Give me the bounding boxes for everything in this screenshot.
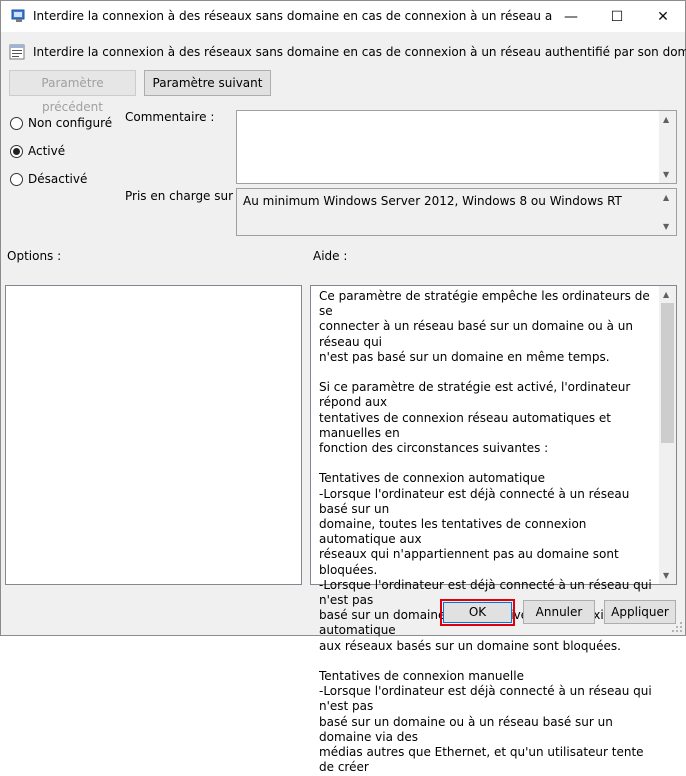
radio-circle[interactable] bbox=[10, 116, 23, 130]
help-scroll-thumb[interactable] bbox=[661, 303, 674, 443]
scroll-up-icon[interactable]: ▲ bbox=[663, 290, 669, 299]
scroll-down-icon[interactable]: ▼ bbox=[663, 170, 669, 179]
ok-button[interactable]: OK bbox=[443, 602, 512, 623]
resize-grip-icon[interactable] bbox=[671, 621, 683, 633]
scroll-down-icon[interactable]: ▼ bbox=[663, 571, 669, 580]
next-setting-button[interactable]: Paramètre suivant bbox=[144, 70, 271, 96]
previous-setting-button[interactable]: Paramètre précédent bbox=[9, 70, 136, 114]
comment-scrollbar[interactable]: ▲ ▼ bbox=[659, 111, 676, 183]
help-panel[interactable]: Ce paramètre de stratégie empêche les or… bbox=[310, 285, 677, 774]
radio-circle[interactable] bbox=[10, 144, 23, 158]
radio-label: Désactivé bbox=[28, 172, 88, 186]
close-button[interactable]: ✕ bbox=[640, 1, 686, 32]
policy-dialog: Interdire la connexion à des réseaux san… bbox=[0, 0, 686, 774]
radio-enabled[interactable]: Activé bbox=[10, 144, 65, 158]
supported-on-label: Pris en charge sur : bbox=[125, 189, 241, 203]
radio-not-configured[interactable]: Non configuré bbox=[10, 116, 112, 130]
options-label: Options : bbox=[7, 249, 62, 263]
comment-field[interactable]: ▲ ▼ bbox=[236, 110, 677, 184]
scroll-down-icon[interactable]: ▼ bbox=[663, 222, 669, 231]
policy-header: Interdire la connexion à des réseaux san… bbox=[9, 43, 686, 61]
window-title: Interdire la connexion à des réseaux san… bbox=[33, 9, 553, 23]
help-label: Aide : bbox=[313, 249, 348, 263]
help-scrollbar[interactable]: ▲ ▼ bbox=[659, 286, 676, 584]
cancel-button[interactable]: Annuler bbox=[523, 600, 595, 624]
policy-setting-icon bbox=[9, 44, 25, 60]
maximize-button[interactable]: ☐ bbox=[594, 1, 640, 32]
comment-value bbox=[237, 111, 676, 117]
minimize-button[interactable]: — bbox=[548, 1, 594, 32]
comment-label: Commentaire : bbox=[125, 110, 215, 124]
options-panel bbox=[5, 285, 302, 585]
radio-label: Activé bbox=[28, 144, 66, 158]
radio-label: Non configuré bbox=[28, 116, 113, 130]
scroll-up-icon[interactable]: ▲ bbox=[663, 115, 669, 124]
supported-on-value: Au minimum Windows Server 2012, Windows … bbox=[243, 194, 622, 208]
title-bar[interactable]: Interdire la connexion à des réseaux san… bbox=[1, 1, 685, 32]
help-text: Ce paramètre de stratégie empêche les or… bbox=[319, 289, 652, 775]
supported-scrollbar[interactable]: ▲ ▼ bbox=[659, 189, 676, 235]
policy-title: Interdire la connexion à des réseaux san… bbox=[33, 45, 686, 59]
scroll-up-icon[interactable]: ▲ bbox=[663, 193, 669, 202]
policy-app-icon bbox=[11, 9, 25, 22]
supported-on-field: Au minimum Windows Server 2012, Windows … bbox=[236, 188, 677, 236]
radio-disabled[interactable]: Désactivé bbox=[10, 172, 87, 186]
radio-circle[interactable] bbox=[10, 172, 23, 186]
apply-button[interactable]: Appliquer bbox=[604, 600, 676, 624]
